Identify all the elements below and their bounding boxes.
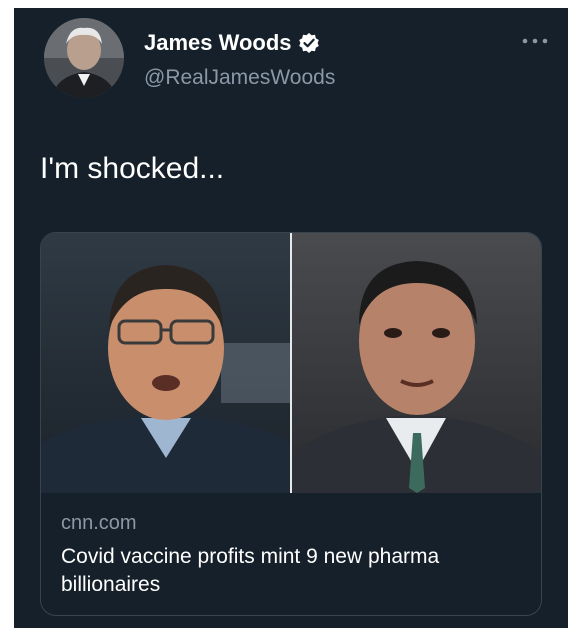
verified-badge-icon [298, 32, 320, 54]
author-name-row[interactable]: James Woods [144, 30, 320, 56]
link-preview-meta: cnn.com Covid vaccine profits mint 9 new… [61, 511, 521, 599]
avatar-photo [44, 18, 124, 98]
tweet-text: I'm shocked... [40, 152, 225, 185]
link-title[interactable]: Covid vaccine profits mint 9 new pharma … [61, 543, 521, 599]
right-portrait [292, 233, 541, 493]
tweet-frame: James Woods @RealJamesWoods I'm shocked.… [14, 8, 568, 628]
link-preview-image [41, 233, 541, 493]
link-domain: cnn.com [61, 512, 137, 534]
link-preview-card[interactable]: cnn.com Covid vaccine profits mint 9 new… [40, 232, 542, 616]
author-handle[interactable]: @RealJamesWoods [144, 65, 335, 91]
avatar[interactable] [44, 18, 124, 98]
author-display-name[interactable]: James Woods [144, 30, 292, 56]
left-portrait [41, 233, 291, 493]
more-icon[interactable] [520, 36, 550, 46]
